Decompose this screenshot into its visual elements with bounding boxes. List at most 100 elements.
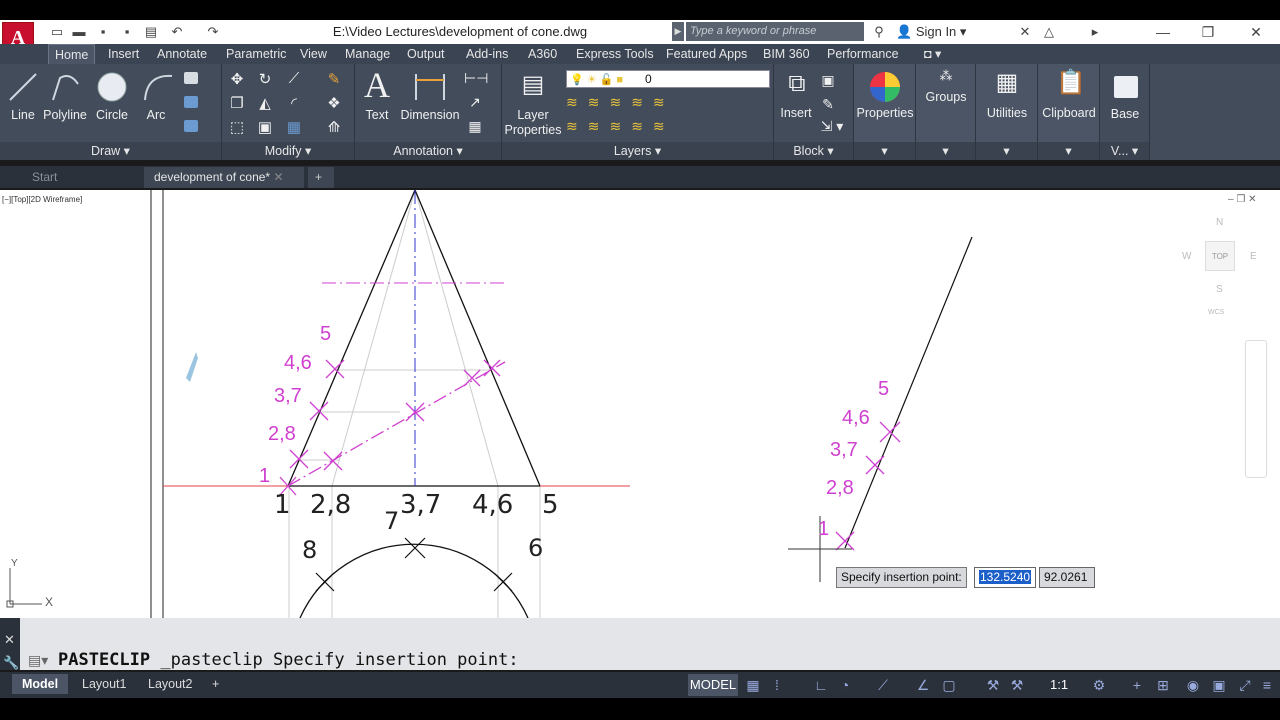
tab-featured-apps[interactable]: Featured Apps [660,44,753,64]
properties-icon[interactable] [868,70,902,104]
offset-icon[interactable]: ⟰ [324,118,344,136]
copy-icon[interactable]: ❐ [228,94,246,112]
snap-icon[interactable]: ⁞ [768,676,786,694]
polar-icon[interactable]: ◔ [836,676,854,694]
autoscale-icon[interactable]: ⚒ [1008,676,1026,694]
dimension-tool[interactable]: Dimension [400,108,460,122]
viewcube-west[interactable]: W [1182,251,1191,262]
layer-properties-icon[interactable]: ▤ [516,70,550,99]
boundary-icon[interactable] [184,120,198,132]
save-icon[interactable]: ▪ [94,22,112,42]
redo-icon[interactable]: ↷ [204,22,222,42]
exchange-apps-icon[interactable]: ✕ [1016,22,1034,42]
array-icon[interactable]: ▦ [284,118,304,136]
layer-tools-row-1[interactable]: ≋≋≋≋≋ [566,94,675,111]
groups-tool[interactable]: Groups [918,90,974,104]
rectangle-icon[interactable] [184,72,198,84]
help-expand-icon[interactable]: ▸ [1086,22,1104,42]
dimension-icon[interactable] [412,70,448,104]
new-file-icon[interactable]: ▭ [48,22,66,42]
view-panel-label[interactable]: V... ▾ [1100,142,1149,160]
tab-layout2[interactable]: Layout2 [138,674,202,694]
full-screen-icon[interactable]: ⤢ [1236,676,1254,694]
tab-a360[interactable]: A360 [522,44,563,64]
binoculars-icon[interactable]: ⚲ [870,22,888,42]
info-center-arrow-icon[interactable]: ▶ [672,22,684,41]
viewcube-east[interactable]: E [1250,251,1257,262]
new-tab-icon[interactable]: + [308,167,334,188]
clipboard-tool[interactable]: Clipboard [1040,106,1098,120]
groups-expand-icon[interactable]: ▾ [916,142,975,160]
utilities-tool[interactable]: Utilities [978,106,1036,120]
tab-manage[interactable]: Manage [339,44,396,64]
x-coordinate-input[interactable]: 132.5240 [974,567,1036,588]
viewport-window-controls[interactable]: – ❐ ✕ [1228,194,1256,205]
polyline-tool[interactable]: Polyline [42,108,88,122]
object-snap-tracking-icon[interactable]: ∠ [914,676,932,694]
navigation-bar[interactable] [1245,340,1267,478]
undo-icon[interactable]: ↶ [168,22,186,42]
tab-express-tools[interactable]: Express Tools [570,44,660,64]
text-tool[interactable]: Text [358,108,396,122]
hardware-acceleration-icon[interactable]: ◉ [1184,676,1202,694]
edit-block-icon[interactable]: ✎ [818,96,838,113]
polyline-icon[interactable] [50,70,82,104]
annotation-panel-label[interactable]: Annotation ▾ [355,142,501,160]
tab-output[interactable]: Output [401,44,451,64]
text-icon[interactable]: A [360,64,394,106]
isolate-icon[interactable]: ⊞ [1154,676,1172,694]
rotate-icon[interactable]: ↻ [256,70,274,88]
circle-icon[interactable] [96,70,128,104]
restore-icon[interactable]: ❐ [1188,22,1228,42]
arc-tool[interactable]: Arc [138,108,174,122]
insert-tool[interactable]: Insert [776,106,816,120]
modify-panel-label[interactable]: Modify ▾ [222,142,354,160]
trim-icon[interactable]: ⟋ [284,70,304,87]
model-space-toggle[interactable]: MODEL [688,674,738,696]
add-layout-icon[interactable]: + [202,674,229,694]
isodraft-icon[interactable]: ⟋ [874,676,892,694]
tab-insert[interactable]: Insert [102,44,145,64]
draw-panel-label[interactable]: Draw ▾ [0,142,221,160]
open-file-icon[interactable]: ▬ [70,22,88,42]
circle-tool[interactable]: Circle [92,108,132,122]
save-as-icon[interactable]: ▪ [118,22,136,42]
arc-icon[interactable] [142,70,174,104]
search-input[interactable]: Type a keyword or phrase [686,22,864,41]
hatch-icon[interactable] [184,96,198,108]
erase-icon[interactable]: ✎ [324,70,344,88]
print-icon[interactable]: ▤ [142,22,160,42]
annotation-scale[interactable]: 1:1 [1050,676,1068,694]
ortho-icon[interactable]: ∟ [812,676,830,694]
plus-icon[interactable]: + [1128,676,1146,694]
y-coordinate-input[interactable]: 92.0261 [1039,567,1095,588]
drawing-canvas[interactable] [0,190,1280,618]
base-view-icon[interactable] [1114,76,1138,98]
clipboard-expand-icon[interactable]: ▾ [1038,142,1099,160]
viewcube-north[interactable]: N [1216,217,1223,228]
stretch-icon[interactable]: ⬚ [228,118,246,136]
annotation-visibility-icon[interactable]: ⚒ [984,676,1002,694]
block-panel-label[interactable]: Block ▾ [774,142,853,160]
tab-layout1[interactable]: Layout1 [72,674,136,694]
close-window-icon[interactable]: ✕ [1236,22,1276,42]
wcs-menu[interactable]: WCS [1208,309,1224,316]
tab-bim-360[interactable]: BIM 360 [757,44,816,64]
tab-annotate[interactable]: Annotate [151,44,213,64]
scale-icon[interactable]: ▣ [256,118,274,136]
clean-screen-icon[interactable]: ▣ [1210,676,1228,694]
ribbon-options-icon[interactable]: ◘ ▾ [918,44,947,64]
minimize-icon[interactable]: — [1143,22,1183,42]
grid-icon[interactable]: ▦ [744,676,762,694]
layer-properties-tool[interactable]: Layer Properties [504,108,562,138]
base-tool[interactable]: Base [1102,107,1148,121]
table-icon[interactable]: ▦ [464,118,486,135]
object-snap-icon[interactable]: ▢ [940,676,958,694]
command-history-icon[interactable]: ▤▾ [28,652,48,669]
tab-current-drawing[interactable]: development of cone* ✕ [144,167,304,188]
properties-tool[interactable]: Properties [856,106,914,120]
line-icon[interactable] [8,70,38,104]
layer-tools-row-2[interactable]: ≋≋≋≋≋ [566,118,675,135]
tab-home[interactable]: Home [48,44,96,64]
autodesk-icon[interactable]: △ [1040,22,1058,42]
